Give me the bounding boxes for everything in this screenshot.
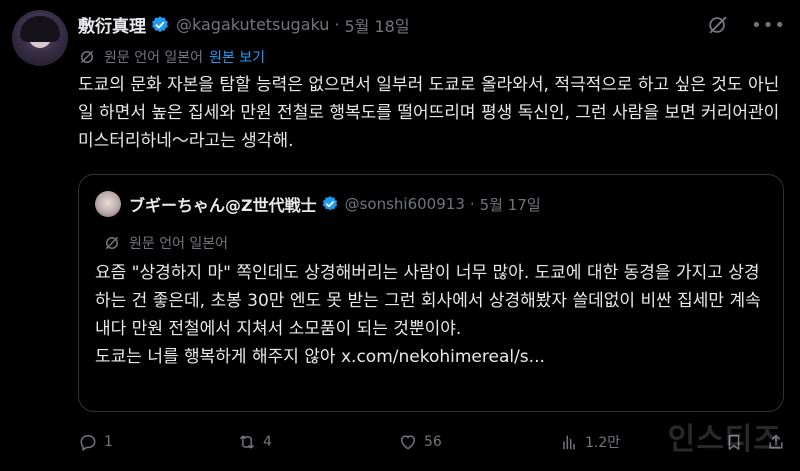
quote-author-name: ブギーちゃん@Z世代戦士 xyxy=(129,196,317,215)
quoted-tweet[interactable]: ブギーちゃん@Z世代戦士 @sonshi600913 · 5월 17일 원문 언… xyxy=(78,174,784,412)
globe-icon xyxy=(106,237,118,249)
grok-icon[interactable] xyxy=(707,14,729,36)
verified-badge-icon xyxy=(322,196,337,211)
tweet-header: 敷衍真理 @kagakutetsugaku · 5월 18일 xyxy=(78,12,410,37)
quote-translation-label: 원문 언어 일본어 xyxy=(129,236,229,252)
quote-avatar xyxy=(95,191,121,217)
reply-button[interactable]: 1 xyxy=(78,432,113,452)
tweet-top-actions: ••• xyxy=(707,14,786,36)
globe-icon xyxy=(81,51,93,63)
quote-header: ブギーちゃん@Z世代戦士 @sonshi600913 · 5월 17일 xyxy=(95,191,541,217)
tweet-text: 도쿄의 문화 자본을 탐할 능력은 없으면서 일부러 도쿄로 올라와서, 적극적… xyxy=(78,75,780,151)
quote-date: 5월 17일 xyxy=(479,195,541,214)
more-icon[interactable]: ••• xyxy=(751,15,786,36)
quote-text-link-line[interactable]: 도쿄는 너를 행복하게 해주지 않아 x.com/nekohimereal/s.… xyxy=(95,343,775,371)
translation-label: 원문 언어 일본어 xyxy=(104,50,204,66)
views-count: 1.2만 xyxy=(585,435,621,451)
author-handle[interactable]: @kagakutetsugaku xyxy=(176,15,329,34)
quote-text-block: 요즘 "상경하지 마" 쪽인데도 상경해버리는 사람이 너무 많아. 도쿄에 대… xyxy=(95,259,775,371)
retweet-count: 4 xyxy=(263,434,272,450)
quote-author-handle: @sonshi600913 xyxy=(344,195,465,213)
quote-text: 요즘 "상경하지 마" 쪽인데도 상경해버리는 사람이 너무 많아. 도쿄에 대… xyxy=(95,263,761,339)
separator-dot: · xyxy=(469,195,475,213)
verified-badge-icon xyxy=(152,15,168,32)
quote-translation-note: 원문 언어 일본어 xyxy=(103,233,228,253)
author-avatar[interactable] xyxy=(12,10,68,66)
reply-count: 1 xyxy=(104,434,113,450)
views-button[interactable]: 1.2만 xyxy=(559,432,620,452)
watermark: 인스티즈 xyxy=(667,422,782,457)
like-button[interactable]: 56 xyxy=(398,432,442,452)
separator-dot: · xyxy=(334,15,340,34)
translation-note: 원문 언어 일본어 원본 보기 xyxy=(78,47,265,67)
like-icon xyxy=(401,435,415,450)
show-original-link[interactable]: 원본 보기 xyxy=(209,47,265,67)
tweet-date[interactable]: 5월 18일 xyxy=(345,13,410,37)
like-count: 56 xyxy=(424,434,442,450)
views-icon xyxy=(563,435,575,450)
retweet-icon xyxy=(240,435,254,449)
reply-icon xyxy=(80,435,96,451)
author-name[interactable]: 敷衍真理 xyxy=(78,12,146,37)
retweet-button[interactable]: 4 xyxy=(237,432,272,452)
